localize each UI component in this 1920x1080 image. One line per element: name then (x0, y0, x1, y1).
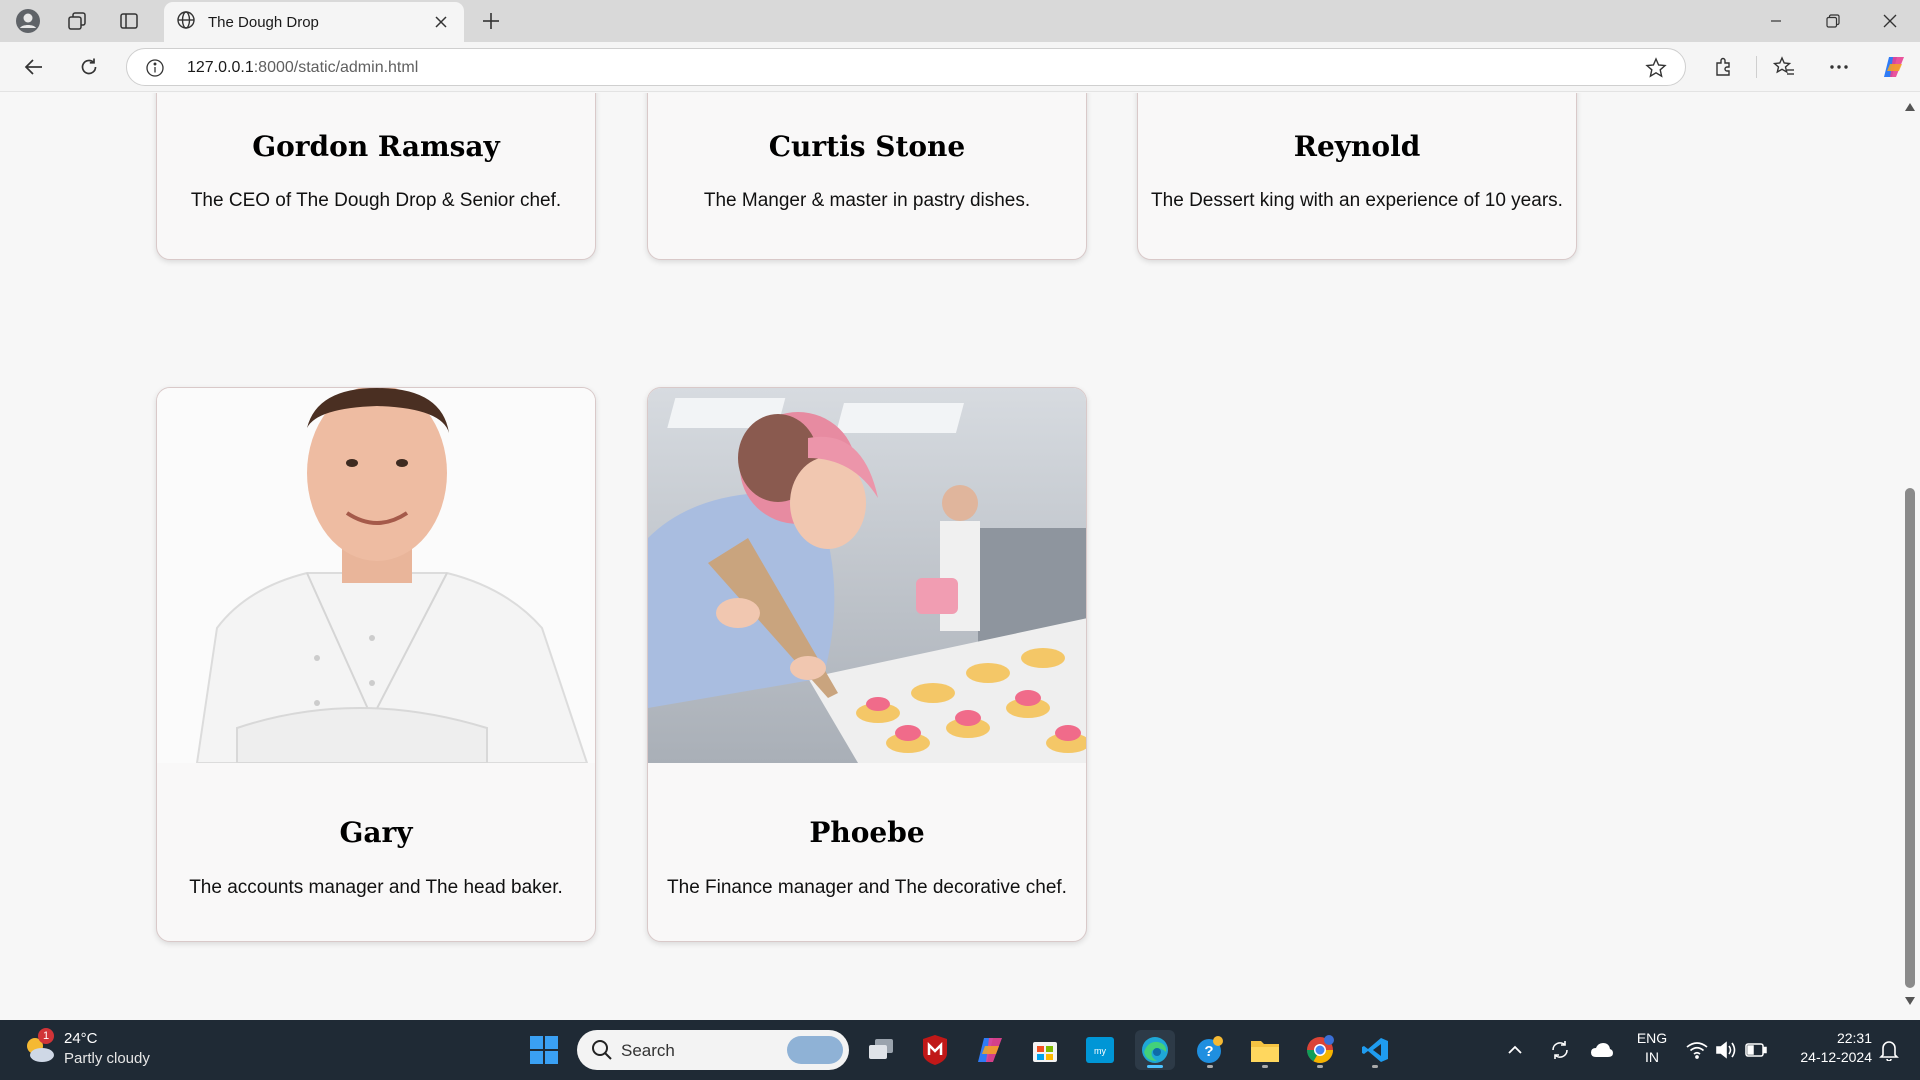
search-label: Search (621, 1041, 675, 1060)
scroll-up-arrow-icon[interactable] (1904, 101, 1916, 113)
language-code: ENG (1636, 1030, 1668, 1046)
running-indicator (1317, 1065, 1323, 1068)
weather-temperature: 24°C (64, 1030, 98, 1047)
member-description: The Manger & master in pastry dishes. (703, 190, 1031, 211)
tab-title: The Dough Drop (208, 13, 319, 31)
clock[interactable]: 22:31 24-12-2024 (1780, 1030, 1872, 1065)
profile-icon[interactable] (12, 6, 44, 36)
volume-icon[interactable] (1714, 1030, 1738, 1070)
copilot-icon[interactable] (1877, 51, 1911, 83)
running-indicator (1372, 1065, 1378, 1068)
page-content: Gordon Ramsay The CEO of The Dough Drop … (4, 93, 1900, 1016)
restore-icon[interactable] (1805, 0, 1861, 42)
address-bar[interactable]: 127.0.0.1:8000/static/admin.html (126, 48, 1686, 86)
mcafee-icon[interactable] (915, 1030, 955, 1070)
scroll-down-arrow-icon[interactable] (1904, 995, 1916, 1007)
weather-description: Partly cloudy (64, 1050, 150, 1067)
taskbar-search[interactable]: Search (577, 1030, 849, 1070)
site-info-icon[interactable] (145, 58, 165, 78)
tab-actions-icon[interactable] (113, 6, 145, 36)
file-explorer-icon[interactable] (1245, 1030, 1285, 1070)
svg-text:?: ? (1204, 1043, 1213, 1060)
wifi-icon[interactable] (1685, 1030, 1709, 1070)
url-host: 127.0.0.1 (187, 59, 254, 76)
team-card: Gordon Ramsay The CEO of The Dough Drop … (156, 93, 596, 260)
vscode-icon[interactable] (1355, 1030, 1395, 1070)
battery-icon[interactable] (1744, 1030, 1768, 1070)
vertical-scrollbar[interactable] (1900, 93, 1920, 1016)
windows-start-icon[interactable] (524, 1030, 564, 1070)
member-description: The Dessert king with an experience of 1… (1151, 190, 1563, 211)
active-indicator (1147, 1065, 1163, 1068)
team-card: Phoebe The Finance manager and The decor… (647, 387, 1087, 942)
more-options-icon[interactable] (1822, 51, 1856, 83)
member-name: Gordon Ramsay (252, 130, 500, 163)
workspaces-icon[interactable] (61, 6, 93, 36)
back-arrow-icon[interactable] (17, 51, 51, 83)
minimize-icon[interactable] (1748, 0, 1804, 42)
task-view-icon[interactable] (861, 1030, 901, 1070)
team-card: Curtis Stone The Manger & master in past… (647, 93, 1087, 260)
toolbar-divider (1756, 56, 1757, 78)
region-code: IN (1645, 1049, 1659, 1065)
search-highlight-icon (787, 1036, 843, 1064)
favorites-icon[interactable] (1767, 51, 1801, 83)
onedrive-cloud-icon[interactable] (1588, 1030, 1616, 1070)
close-tab-icon[interactable] (430, 11, 452, 33)
notifications-bell-icon[interactable] (1874, 1030, 1904, 1070)
search-icon (591, 1039, 613, 1066)
chrome-icon[interactable] (1300, 1030, 1340, 1070)
url-path: :8000/static/admin.html (253, 59, 419, 76)
team-card: Reynold The Dessert king with an experie… (1137, 93, 1577, 260)
globe-icon (176, 10, 196, 35)
favorite-star-icon[interactable] (1645, 57, 1667, 79)
edge-browser-icon[interactable] (1135, 1030, 1175, 1070)
sync-icon[interactable] (1546, 1030, 1574, 1070)
scrollbar-thumb[interactable] (1905, 488, 1915, 988)
member-description: The CEO of The Dough Drop & Senior chef. (190, 190, 562, 211)
show-hidden-icons-chevron-icon[interactable] (1503, 1030, 1527, 1070)
running-indicator (1262, 1065, 1268, 1068)
refresh-icon[interactable] (72, 51, 106, 83)
notification-badge: 1 (38, 1028, 54, 1044)
close-window-icon[interactable] (1862, 0, 1918, 42)
help-icon[interactable]: ? (1190, 1030, 1230, 1070)
member-name: Reynold (1293, 130, 1421, 163)
new-tab-icon[interactable] (476, 6, 506, 36)
member-name: Curtis Stone (768, 130, 966, 163)
clock-time: 22:31 (1836, 1030, 1872, 1046)
member-photo (157, 388, 595, 763)
extensions-icon[interactable] (1707, 51, 1741, 83)
url-text[interactable]: 127.0.0.1:8000/static/admin.html (187, 59, 418, 77)
browser-toolbar: 127.0.0.1:8000/static/admin.html (0, 42, 1920, 92)
member-description: The Finance manager and The decorative c… (667, 877, 1067, 898)
myhp-icon[interactable]: my (1080, 1030, 1120, 1070)
member-name: Gary (339, 816, 413, 849)
browser-tab-bar: The Dough Drop (0, 0, 1920, 42)
microsoft-store-icon[interactable] (1025, 1030, 1065, 1070)
team-card: Gary The accounts manager and The head b… (156, 387, 596, 942)
running-indicator (1207, 1065, 1213, 1068)
clock-date: 24-12-2024 (1800, 1049, 1872, 1065)
windows-taskbar: 1 24°C Partly cloudy Search my ? ENG IN … (0, 1020, 1920, 1080)
member-name: Phoebe (809, 816, 925, 849)
member-photo (648, 388, 1086, 763)
member-description: The accounts manager and The head baker. (189, 877, 563, 898)
svg-text:my: my (1094, 1046, 1106, 1056)
weather-widget[interactable]: 1 24°C Partly cloudy (22, 1028, 192, 1072)
language-indicator[interactable]: ENG IN (1633, 1030, 1671, 1065)
tab-the-dough-drop[interactable]: The Dough Drop (164, 2, 464, 42)
copilot-app-icon[interactable] (970, 1030, 1010, 1070)
